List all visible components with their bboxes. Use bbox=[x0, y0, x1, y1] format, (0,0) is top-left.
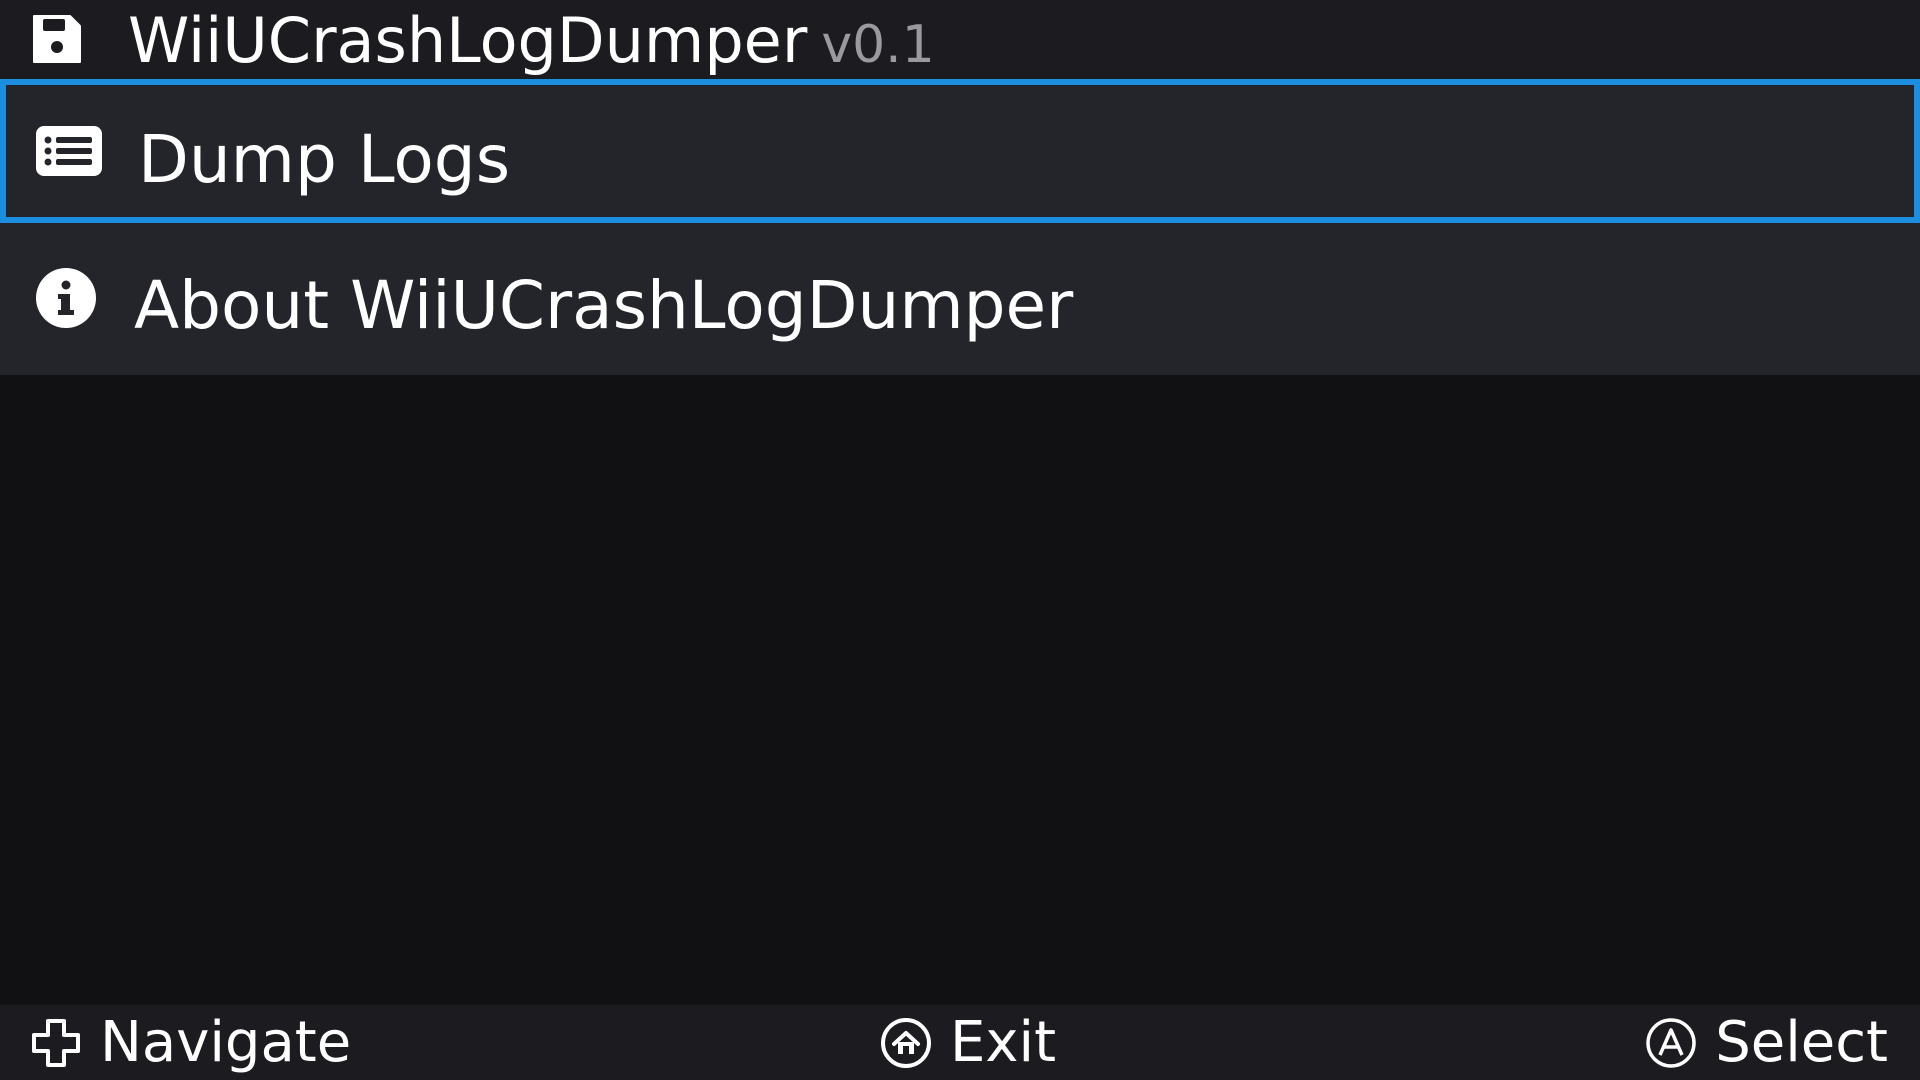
header-bar: WiiUCrashLogDumper v0.1 bbox=[0, 0, 1920, 79]
menu-item-label: About WiiUCrashLogDumper bbox=[134, 267, 1074, 344]
menu-item-dump-logs[interactable]: Dump Logs bbox=[0, 79, 1920, 223]
hint-label: Navigate bbox=[100, 1010, 352, 1075]
hint-select: Select bbox=[1645, 1005, 1888, 1080]
a-button-icon bbox=[1646, 1017, 1696, 1068]
main-menu: Dump Logs About WiiUCrashLogDumper bbox=[0, 79, 1920, 375]
hint-label: Select bbox=[1715, 1010, 1888, 1075]
hint-navigate: Navigate bbox=[30, 1005, 351, 1080]
hint-label: Exit bbox=[950, 1010, 1057, 1075]
app-version: v0.1 bbox=[821, 15, 935, 75]
app-title-text: WiiUCrashLogDumper bbox=[128, 4, 808, 77]
save-icon bbox=[33, 15, 81, 63]
dpad-icon bbox=[32, 1018, 80, 1067]
menu-item-about[interactable]: About WiiUCrashLogDumper bbox=[0, 228, 1920, 372]
footer-bar: Navigate Exit Select bbox=[0, 1005, 1920, 1080]
menu-item-label: Dump Logs bbox=[138, 121, 511, 198]
list-icon bbox=[36, 126, 102, 176]
app-title: WiiUCrashLogDumper v0.1 bbox=[128, 4, 935, 82]
info-icon bbox=[36, 268, 96, 328]
home-button-icon bbox=[881, 1017, 931, 1068]
app-screen: WiiUCrashLogDumper v0.1 Dump Logs About … bbox=[0, 0, 1920, 1080]
hint-exit: Exit bbox=[880, 1005, 1056, 1080]
